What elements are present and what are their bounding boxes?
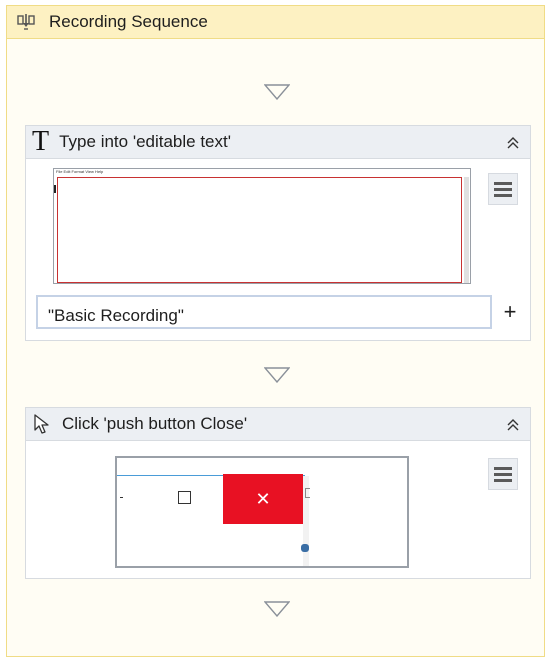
drop-arrow-icon: [264, 367, 290, 383]
type-into-activity-title: Type into 'editable text': [59, 132, 231, 151]
activity-options-menu-icon[interactable]: [488, 173, 518, 205]
recording-sequence-container[interactable]: Recording Sequence T Type into 'editable…: [6, 5, 545, 657]
screenshot-scrollbar: [464, 177, 469, 283]
type-into-activity[interactable]: T Type into 'editable text' File Edit Fo…: [25, 125, 531, 341]
editable-text-screenshot: File Edit Format View Help: [53, 168, 471, 284]
drop-arrow-icon: [264, 84, 290, 100]
text-to-type-input[interactable]: "Basic Recording": [36, 295, 492, 329]
screenshot-minimize-mark: [120, 497, 123, 498]
close-icon: ✕: [255, 488, 271, 509]
click-activity-header[interactable]: Click 'push button Close': [26, 408, 530, 441]
screenshot-adjacent-box: [305, 488, 310, 498]
close-button-screenshot: ✕: [115, 456, 409, 568]
maximize-icon: [178, 491, 191, 504]
screenshot-menubar: File Edit Format View Help: [56, 169, 104, 174]
click-activity-title: Click 'push button Close': [62, 414, 248, 433]
type-into-T-icon: T: [32, 126, 50, 157]
sequence-title: Recording Sequence: [49, 12, 208, 31]
collapse-chevrons-icon[interactable]: [504, 416, 522, 434]
sequence-icon: [15, 11, 37, 33]
type-into-activity-header[interactable]: T Type into 'editable text': [26, 126, 530, 159]
screenshot-edit-area: [57, 177, 462, 283]
drop-zone-2[interactable]: [262, 365, 292, 385]
drop-zone-3[interactable]: [262, 599, 292, 619]
sequence-header[interactable]: Recording Sequence: [7, 6, 544, 39]
drop-zone-1[interactable]: [262, 82, 292, 102]
add-text-button[interactable]: +: [495, 295, 525, 329]
screenshot-corner-glyph: [301, 544, 309, 552]
close-button-highlight: ✕: [223, 474, 303, 524]
activity-options-menu-icon[interactable]: [488, 458, 518, 490]
pointer-cursor-icon: [32, 413, 52, 435]
click-activity[interactable]: Click 'push button Close' ✕: [25, 407, 531, 579]
collapse-chevrons-icon[interactable]: [504, 134, 522, 152]
drop-arrow-icon: [264, 601, 290, 617]
screenshot-caret: [54, 185, 56, 193]
